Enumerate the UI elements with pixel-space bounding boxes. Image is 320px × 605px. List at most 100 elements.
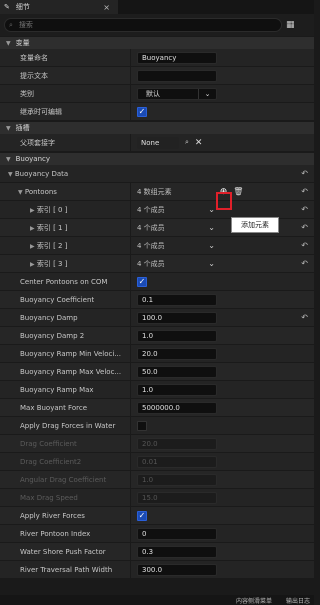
property-value-field[interactable]: 1.0: [137, 329, 217, 342]
title-bar: ✎ 细节 ×: [0, 0, 314, 14]
property-label: River Pontoon Index: [20, 529, 91, 538]
property-value-field[interactable]: 5000000.0: [137, 401, 217, 414]
section-slot[interactable]: ▼ 插槽: [0, 122, 314, 134]
search-icon: ⌕: [9, 20, 13, 29]
property-label: River Traversal Path Width: [20, 565, 113, 574]
add-element-tooltip: 添加元素: [231, 217, 279, 233]
parent-socket-value[interactable]: None: [137, 136, 179, 149]
reset-icon[interactable]: ↶: [301, 259, 308, 268]
property-checkbox[interactable]: [137, 420, 147, 431]
section-buoyancy[interactable]: ▼ Buoyancy: [0, 153, 314, 165]
property-value-field[interactable]: 0.1: [137, 293, 217, 306]
reset-icon[interactable]: ↶: [301, 241, 308, 250]
property-label: Angular Drag Coefficient: [20, 475, 107, 484]
property-row: Max Buoyant Force 5000000.0: [0, 399, 314, 417]
tab-title: 细节: [15, 3, 30, 11]
row-variable-name: 变量命名 Buoyancy: [0, 49, 314, 67]
collapse-arrow-icon: ▼: [6, 124, 11, 132]
property-row: Drag Coefficient2 0.01: [0, 453, 314, 471]
property-row: Angular Drag Coefficient 1.0: [0, 471, 314, 489]
property-row: Buoyancy Ramp Max Veloc... 50.0: [0, 363, 314, 381]
row-index-2: ▶ 索引 [ 2 ] 4 个成员 ⌄ ↶: [0, 237, 314, 255]
property-row: Buoyancy Damp 2 1.0: [0, 327, 314, 345]
search-box[interactable]: ⌕: [4, 18, 282, 32]
collapse-arrow-icon: ▼: [18, 188, 23, 196]
property-row: Buoyancy Coefficient 0.1: [0, 291, 314, 309]
property-checkbox[interactable]: ✓: [137, 276, 147, 287]
property-row: Water Shore Push Factor 0.3: [0, 543, 314, 561]
search-input[interactable]: [18, 21, 219, 29]
property-label: Apply River Forces: [20, 511, 85, 520]
property-label: Center Pontoons on COM: [20, 277, 108, 286]
chevron-down-icon[interactable]: ⌄: [208, 205, 215, 214]
property-row: Buoyancy Damp 100.0 ↶: [0, 309, 314, 327]
property-label: Buoyancy Damp 2: [20, 331, 85, 340]
reset-icon[interactable]: ↶: [301, 187, 308, 196]
property-label: Buoyancy Ramp Min Veloci...: [20, 349, 121, 358]
reset-icon[interactable]: ↶: [301, 223, 308, 232]
property-row: River Traversal Path Width 300.0: [0, 561, 314, 579]
close-icon[interactable]: ×: [103, 3, 110, 12]
property-value-field[interactable]: 1.0: [137, 383, 217, 396]
buoyancy-data-label[interactable]: ▼ Buoyancy Data: [0, 170, 130, 178]
chevron-down-icon[interactable]: ⌄: [208, 241, 215, 250]
details-icon: ✎: [4, 3, 10, 11]
property-value-field[interactable]: 20.0: [137, 347, 217, 360]
row-pontoons: ▼ Pontoons 4 数组元素 ⊕ 🗑 ↶: [0, 183, 314, 201]
property-value-field[interactable]: 0: [137, 527, 217, 540]
variable-name-field[interactable]: Buoyancy: [137, 51, 217, 64]
add-element-highlight: [216, 192, 232, 210]
property-label: Water Shore Push Factor: [20, 547, 106, 556]
clear-icon[interactable]: ✕: [195, 138, 203, 148]
search-row: ⌕ ▦: [0, 14, 314, 36]
property-value-field[interactable]: 50.0: [137, 365, 217, 378]
chevron-down-icon[interactable]: ⌄: [208, 259, 215, 268]
tooltip-field[interactable]: [137, 69, 217, 82]
content-drawer-button[interactable]: 内容侧滑菜单: [236, 596, 272, 605]
category-dropdown[interactable]: 默认 ⌄: [137, 87, 217, 100]
reset-icon[interactable]: ↶: [301, 205, 308, 214]
chevron-down-icon[interactable]: ⌄: [208, 223, 215, 232]
property-row: Buoyancy Ramp Min Veloci... 20.0: [0, 345, 314, 363]
reset-icon[interactable]: ↶: [301, 169, 308, 178]
property-value-field[interactable]: 0.3: [137, 545, 217, 558]
pontoons-label[interactable]: ▼ Pontoons: [0, 188, 130, 196]
property-value-field[interactable]: 20.0: [137, 437, 217, 450]
property-value-field[interactable]: 0.01: [137, 455, 217, 468]
browse-socket-icon[interactable]: ⌕: [185, 138, 189, 147]
property-label: Drag Coefficient: [20, 439, 77, 448]
row-tooltip: 提示文本: [0, 67, 314, 85]
details-tab[interactable]: ✎ 细节 ×: [0, 0, 118, 14]
collapse-arrow-icon: ▼: [6, 39, 11, 47]
property-row: Apply Drag Forces in Water: [0, 417, 314, 435]
property-row: Apply River Forces ✓: [0, 507, 314, 525]
grid-view-icon[interactable]: ▦: [286, 20, 310, 30]
property-value-field[interactable]: 1.0: [137, 473, 217, 486]
buoyancy-properties: Center Pontoons on COM ✓ Buoyancy Coeffici…: [0, 273, 314, 579]
property-row: Buoyancy Ramp Max 1.0: [0, 381, 314, 399]
property-row: Drag Coefficient 20.0: [0, 435, 314, 453]
expand-arrow-icon: ▶: [30, 224, 35, 232]
chevron-down-icon: ⌄: [198, 88, 216, 99]
property-label: Buoyancy Ramp Max: [20, 385, 94, 394]
collapse-arrow-icon: ▼: [8, 170, 13, 178]
output-log-button[interactable]: 输出日志: [286, 596, 310, 605]
property-row: Center Pontoons on COM ✓: [0, 273, 314, 291]
property-checkbox[interactable]: ✓: [137, 510, 147, 521]
row-index-3: ▶ 索引 [ 3 ] 4 个成员 ⌄ ↶: [0, 255, 314, 273]
details-panel: ▼ 变量 变量命名 Buoyancy 提示文本 类别 默认 ⌄ 继承时可编辑 ✓…: [0, 36, 314, 595]
expand-arrow-icon: ▶: [30, 260, 35, 268]
section-variable[interactable]: ▼ 变量: [0, 37, 314, 49]
property-label: Buoyancy Coefficient: [20, 295, 95, 304]
property-row: River Pontoon Index 0: [0, 525, 314, 543]
row-parent-socket: 父项套接字 None ⌕ ✕: [0, 134, 314, 152]
property-label: Max Drag Speed: [20, 493, 78, 502]
delete-icon[interactable]: 🗑: [233, 187, 243, 196]
bottom-bar: 内容侧滑菜单 输出日志: [0, 595, 314, 605]
property-value-field[interactable]: 15.0: [137, 491, 217, 504]
property-value-field[interactable]: 100.0: [137, 311, 217, 324]
editable-checkbox[interactable]: ✓: [137, 106, 147, 117]
reset-icon[interactable]: ↶: [301, 313, 308, 322]
row-buoyancy-data: ▼ Buoyancy Data ↶: [0, 165, 314, 183]
property-value-field[interactable]: 300.0: [137, 563, 217, 576]
